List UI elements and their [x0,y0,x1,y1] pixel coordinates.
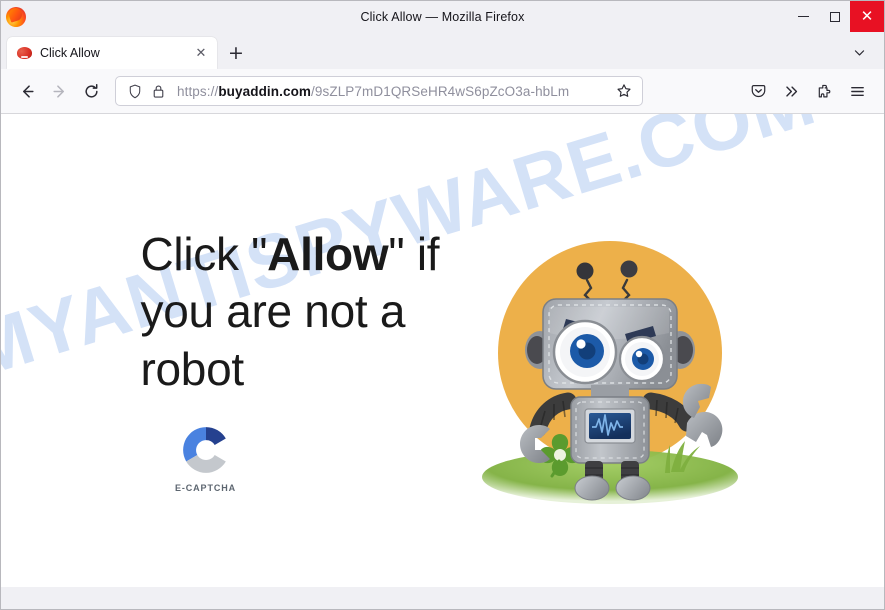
tab-title: Click Allow [40,46,100,60]
firefox-logo-icon [6,6,26,27]
e-captcha-c-logo-icon [182,426,226,473]
close-window-button[interactable]: ✕ [850,1,884,32]
forward-button[interactable] [43,75,75,107]
url-fade-overlay [574,81,612,101]
minimize-button[interactable] [788,1,819,32]
message-column: Click "Allow" if you are not a robot E-C… [141,226,461,492]
reload-button[interactable] [75,75,107,107]
page-headline: Click "Allow" if you are not a robot [141,226,461,397]
maximize-button[interactable] [819,1,850,32]
page-content: MYANTISPYWARE.COM Click "Allow" if you a… [1,114,884,609]
shield-icon[interactable] [125,81,145,101]
url-path: /9sZLP7mD1QRSeHR4wS6pZcO3a-hbLm [311,83,570,99]
toolbar-actions [742,75,874,107]
new-tab-button[interactable]: + [221,38,251,68]
close-icon: ✕ [860,7,874,25]
padlock-icon[interactable] [148,81,168,101]
pocket-save-icon[interactable] [742,75,775,107]
hamburger-menu-icon[interactable] [841,75,874,107]
e-captcha-badge: E-CAPTCHA [161,424,251,493]
url-scheme: https:// [177,83,219,99]
url-text-container[interactable]: https://buyaddin.com/9sZLP7mD1QRSeHR4wS6… [177,81,612,101]
window-title: Click Allow — Mozilla Firefox [360,9,525,24]
captcha-label: E-CAPTCHA [174,482,237,493]
status-bar [1,587,884,609]
extensions-puzzle-icon[interactable] [808,75,841,107]
site-favicon-icon [17,46,32,61]
page-layout: Click "Allow" if you are not a robot E-C… [1,114,884,609]
title-bar: Click Allow — Mozilla Firefox ✕ [1,1,884,32]
back-button[interactable] [11,75,43,107]
tab-click-allow[interactable]: Click Allow ✕ [7,37,217,69]
url-text: https://buyaddin.com/9sZLP7mD1QRSeHR4wS6… [177,84,569,99]
firefox-browser-window: Click Allow — Mozilla Firefox ✕ Click Al… [0,0,885,610]
url-domain: buyaddin.com [218,83,312,99]
robot-mascot-illustration [475,225,745,505]
navigation-toolbar: https://buyaddin.com/9sZLP7mD1QRSeHR4wS6… [1,69,884,114]
headline-before: Click " [140,228,268,281]
antenna-ball-right [620,260,637,277]
bookmark-star-icon[interactable] [612,79,636,103]
headline-emphasis: Allow [267,228,389,281]
address-bar[interactable]: https://buyaddin.com/9sZLP7mD1QRSeHR4wS6… [115,76,643,106]
list-all-tabs-chevron-down-icon[interactable] [844,37,874,67]
double-chevron-right-icon[interactable] [775,75,808,107]
antenna-ball-left [576,262,593,279]
tab-strip: Click Allow ✕ + [1,32,884,69]
window-controls: ✕ [788,1,884,32]
close-tab-icon[interactable]: ✕ [191,43,211,63]
